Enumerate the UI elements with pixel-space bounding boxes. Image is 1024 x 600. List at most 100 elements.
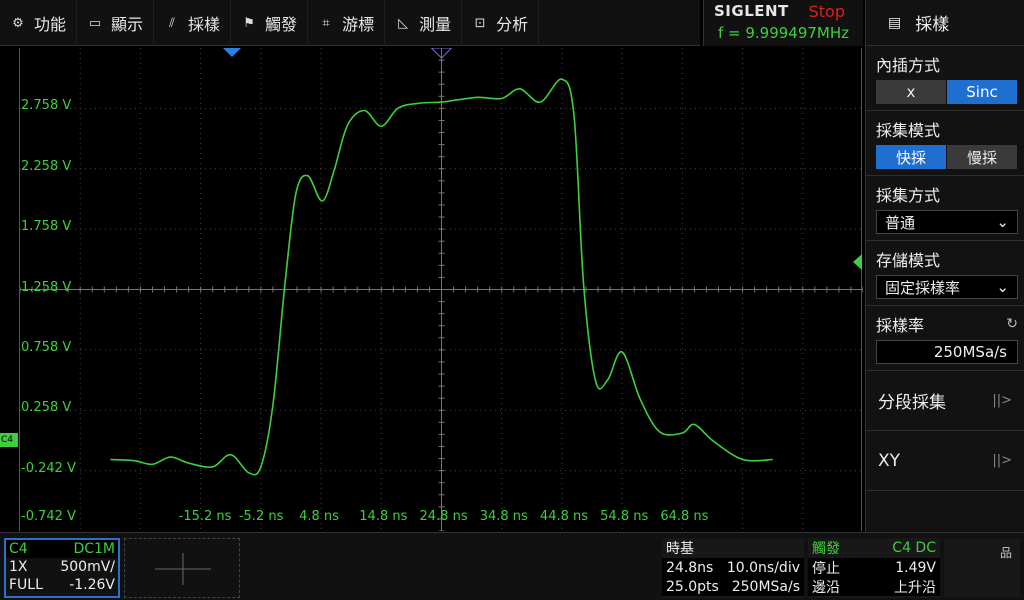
mode-toggle[interactable]: 快採 慢採	[876, 145, 1018, 169]
y-axis-label: -0.242 V	[21, 460, 76, 476]
document-icon: ▤	[888, 14, 902, 31]
rate-section: 採樣率 ↻ 250MSa/s	[866, 306, 1024, 371]
acq-select[interactable]: 普通 ⌄	[876, 210, 1018, 234]
menu-display[interactable]: ▭ 顯示	[77, 0, 155, 46]
menu-measure-label: 測量	[419, 15, 452, 34]
x-axis-label: 24.8 ns	[419, 509, 468, 524]
memory-select[interactable]: 固定採樣率 ⌄	[876, 275, 1018, 299]
interp-toggle[interactable]: x Sinc	[876, 80, 1018, 104]
trigger-type: 邊沿	[812, 579, 840, 596]
menu-display-label: 顯示	[111, 15, 144, 34]
frequency-readout: f = 9.999497MHz	[717, 24, 850, 42]
brand-logo: SIGLENT	[714, 2, 789, 20]
memory-section: 存儲模式 固定採樣率 ⌄	[866, 241, 1024, 306]
brand-status-box: SIGLENT Stop f = 9.999497MHz	[703, 0, 863, 46]
y-axis-label: 2.758 V	[21, 98, 72, 114]
xy-button[interactable]: XY ||>	[866, 431, 1024, 491]
add-channel-slot[interactable]	[124, 538, 240, 598]
channel-offset-marker[interactable]: C4	[0, 433, 18, 447]
acquire-panel: ▤ 採樣 內插方式 x Sinc 採集模式 快採 慢採 採集方式 普通 ⌄ 存儲…	[865, 0, 1024, 532]
menu-bar: ⚙ 功能 ▭ 顯示 ⫽ 採樣 ⚑ 觸發 ⌗ 游標 ◺ 測量 ⊡ 分析	[0, 0, 700, 46]
analyze-icon: ⊡	[474, 15, 486, 31]
x-axis-label: 54.8 ns	[600, 509, 649, 524]
y-axis-label: 0.258 V	[21, 400, 72, 416]
x-axis-label: 14.8 ns	[359, 509, 408, 524]
acq-label: 採集方式	[876, 186, 941, 205]
y-axis-label: 2.258 V	[21, 158, 72, 174]
x-axis-label: -5.2 ns	[238, 509, 284, 524]
rate-input[interactable]: 250MSa/s	[876, 340, 1018, 364]
timebase-scale: 10.0ns/div	[726, 559, 800, 576]
x-axis-label: 34.8 ns	[479, 509, 528, 524]
channel-scale: 500mV/	[60, 559, 115, 575]
channel-probe: 1X	[9, 559, 28, 575]
segmented-button[interactable]: 分段採集 ||>	[866, 371, 1024, 431]
channel-offset: -1.26V	[69, 577, 115, 593]
grid-svg	[20, 48, 863, 531]
trigger-box[interactable]: 觸發 C4 DC 停止 1.49V 邊沿 上升沿	[808, 538, 940, 598]
gear-icon: ⚙	[12, 15, 24, 31]
interp-section: 內插方式 x Sinc	[866, 46, 1024, 111]
y-axis-label: 1.258 V	[21, 279, 72, 295]
menu-trigger-label: 觸發	[265, 15, 298, 34]
sample-icon: ⫽	[169, 15, 175, 31]
run-status[interactable]: Stop	[809, 2, 845, 21]
x-axis-label: 64.8 ns	[660, 509, 709, 524]
segmented-label: 分段採集	[878, 393, 946, 413]
mode-slow-option[interactable]: 慢採	[947, 145, 1018, 169]
refresh-icon[interactable]: ↻	[1006, 316, 1018, 332]
menu-acquire-label: 採樣	[188, 15, 221, 34]
crosshair-icon: ⌗	[322, 15, 330, 31]
menu-trigger[interactable]: ⚑ 觸發	[231, 0, 309, 46]
mode-fast-option[interactable]: 快採	[876, 145, 947, 169]
trigger-level-marker[interactable]	[853, 254, 862, 270]
trigger-slope: 上升沿	[894, 579, 936, 596]
timebase-title: 時基	[666, 541, 694, 557]
acq-value: 普通	[885, 213, 916, 232]
panel-header: ▤ 採樣	[866, 0, 1024, 46]
trigger-position-marker	[223, 48, 241, 57]
trigger-source: C4 DC	[892, 540, 936, 556]
timebase-rate: 250MSa/s	[731, 578, 800, 595]
channel-name: C4	[9, 541, 28, 557]
channel-coupling: DC1M	[73, 541, 115, 557]
y-axis-label: 0.758 V	[21, 339, 72, 355]
timebase-box[interactable]: 時基 24.8ns 10.0ns/div 25.0pts 250MSa/s	[662, 538, 804, 598]
memory-label: 存儲模式	[876, 251, 941, 270]
plus-icon	[155, 553, 211, 585]
network-box[interactable]: 品	[944, 538, 1020, 598]
trigger-level: 1.49V	[895, 559, 936, 576]
ruler-icon: ◺	[398, 15, 409, 31]
channel-info-box[interactable]: C4 DC1M 1X 500mV/ FULL -1.26V	[4, 538, 120, 598]
menu-acquire[interactable]: ⫽ 採樣	[154, 0, 232, 46]
trigger-title: 觸發	[812, 541, 840, 557]
menu-analyze[interactable]: ⊡ 分析	[462, 0, 540, 46]
status-bar: C4 DC1M 1X 500mV/ FULL -1.26V 時基 24.8ns …	[0, 532, 1024, 600]
x-axis-label: 44.8 ns	[539, 509, 589, 524]
interp-x-option[interactable]: x	[876, 80, 947, 104]
xy-label: XY	[878, 450, 901, 471]
y-axis-label: -0.742 V	[21, 509, 76, 524]
menu-measure[interactable]: ◺ 測量	[385, 0, 463, 46]
channel-bandwidth: FULL	[9, 577, 43, 593]
mode-section: 採集模式 快採 慢採	[866, 111, 1024, 176]
x-axis-label: 4.8 ns	[299, 509, 339, 524]
rate-label: 採樣率	[876, 316, 925, 335]
mode-label: 採集模式	[876, 121, 941, 140]
flag-icon: ⚑	[243, 15, 255, 31]
acq-section: 採集方式 普通 ⌄	[866, 176, 1024, 241]
chevron-down-icon: ⌄	[996, 278, 1009, 296]
panel-title: 採樣	[915, 15, 950, 35]
submenu-arrow-icon: ||>	[992, 393, 1012, 408]
y-axis-label: 1.758 V	[21, 219, 72, 235]
monitor-icon: ▭	[88, 15, 102, 31]
network-icon: 品	[999, 546, 1012, 560]
chevron-down-icon: ⌄	[996, 213, 1009, 231]
interp-sinc-option[interactable]: Sinc	[947, 80, 1018, 104]
timebase-points: 25.0pts	[666, 578, 719, 595]
memory-value: 固定採樣率	[885, 278, 961, 297]
menu-function[interactable]: ⚙ 功能	[0, 0, 78, 46]
timebase-delay: 24.8ns	[666, 559, 714, 576]
menu-cursor[interactable]: ⌗ 游標	[308, 0, 386, 46]
waveform-grid[interactable]: 2.758 V 2.258 V 1.758 V 1.258 V 0.758 V 0.258…	[19, 48, 863, 531]
